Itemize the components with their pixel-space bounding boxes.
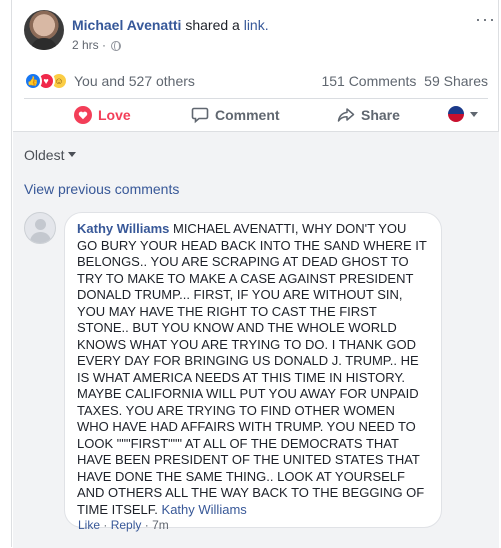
view-previous-comments-link[interactable]: View previous comments [24,180,179,198]
reactions-bar: 👍 ♥ ☺ You and 527 others 151 Comments 59… [24,71,488,91]
love-button[interactable]: Love [74,105,131,125]
comment-like-link[interactable]: Like [78,518,100,532]
comment-text: MICHAEL AVENATTI, WHY DON'T YOU GO BURY … [77,221,427,517]
more-options-icon[interactable]: ··· [475,10,496,28]
author-name-link[interactable]: Michael Avenatti [72,17,181,33]
comment-signature-tag[interactable]: Kathy Williams [162,502,247,517]
sort-caret-icon [68,152,77,157]
author-avatar[interactable] [24,10,64,50]
action-separator: · [103,518,111,532]
comment-button[interactable]: Comment [191,105,280,125]
comment-time[interactable]: 7m [152,518,169,532]
reaction-profile-selector[interactable] [448,106,478,124]
globe-icon [111,41,122,51]
comment-label: Comment [215,107,280,123]
share-label: Share [361,107,400,123]
post-header: Michael Avenatti shared a link. 2 hrs · … [24,10,495,60]
comments-section: Oldest View previous comments Kathy Will… [13,131,499,548]
comment-sort-dropdown[interactable]: Oldest [24,146,77,164]
share-arrow-icon [337,108,355,122]
post-card: Michael Avenatti shared a link. 2 hrs · … [11,0,499,548]
profile-flag-icon [448,106,464,122]
sort-label: Oldest [24,147,65,163]
like-icon: 👍 [24,72,42,90]
meta-separator: · [102,38,107,52]
comment-actions: Like · Reply · 7m [78,517,169,533]
comment-icon [191,107,209,124]
reaction-summary[interactable]: You and 527 others [74,72,195,90]
action-separator: · [144,518,153,532]
post-title-line: Michael Avenatti shared a link. [72,16,269,34]
comment-author-link[interactable]: Kathy Williams [77,221,169,236]
post-actions: Love Comment Share [24,98,488,131]
share-button[interactable]: Share [337,105,400,125]
shares-count-link[interactable]: 59 Shares [424,73,488,89]
comment-reply-link[interactable]: Reply [111,518,142,532]
chevron-down-icon [470,112,478,117]
comments-count-link[interactable]: 151 Comments [321,73,416,89]
comment-bubble: Kathy Williams MICHAEL AVENATTI, WHY DON… [64,212,442,528]
engagement-counts: 151 Comments 59 Shares [321,72,488,90]
commenter-avatar[interactable] [24,212,56,244]
heart-icon [74,106,92,124]
post-meta: 2 hrs · [72,37,122,53]
shared-link-word[interactable]: link. [244,17,269,33]
love-label: Love [98,107,131,123]
post-timestamp[interactable]: 2 hrs [72,38,99,52]
reaction-icons[interactable]: 👍 ♥ ☺ [24,72,72,90]
post-action-text: shared a [185,17,240,33]
